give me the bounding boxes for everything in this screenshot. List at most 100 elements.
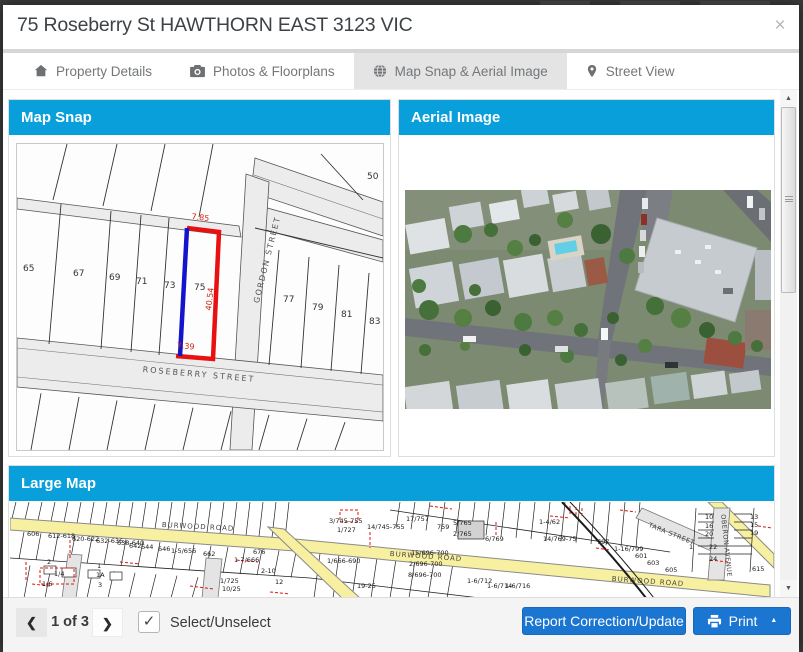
- map-label: 601: [635, 553, 647, 560]
- tab-street-view[interactable]: Street View: [567, 53, 694, 89]
- map-label: 83: [369, 318, 380, 327]
- map-label: 1/4: [54, 571, 64, 578]
- map-label: 759: [437, 524, 449, 531]
- cadastral-map: [17, 144, 383, 450]
- map-label: 1/6: [42, 581, 52, 588]
- map-label: 1/725: [220, 578, 239, 585]
- aerial-photo: [405, 190, 771, 409]
- vertical-scrollbar[interactable]: ▲ ▼: [780, 90, 797, 597]
- screen: 75 Roseberry St HAWTHORN EAST 3123 VIC ×…: [0, 0, 803, 652]
- map-label: 20: [705, 531, 713, 538]
- map-label: 2: [47, 559, 51, 566]
- print-button[interactable]: Print ▲: [693, 607, 791, 635]
- globe-icon: [373, 64, 387, 78]
- previous-page-button[interactable]: ❮: [16, 608, 47, 637]
- map-label: 10: [705, 514, 713, 521]
- map-label: 15/696-700: [411, 550, 449, 557]
- map-label: 15: [750, 522, 758, 529]
- tab-label: Street View: [606, 64, 675, 79]
- large-map-image: BURWOOD ROADBURWOOD ROADBURWOOD ROADTARA…: [10, 502, 774, 597]
- select-unselect-label: Select/Unselect: [170, 615, 271, 631]
- map-label: 644: [141, 544, 153, 551]
- modal-content: Map Snap: [3, 90, 799, 597]
- printer-icon: [707, 614, 722, 629]
- map-label: 1/666-690: [327, 558, 360, 565]
- map-label: 19: [750, 530, 758, 537]
- map-label: 3/745-755: [329, 518, 362, 525]
- map-label: 797: [597, 539, 609, 546]
- map-label: 8/696-700: [408, 572, 441, 579]
- map-label: 12: [275, 579, 283, 586]
- tab-photos-floorplans[interactable]: Photos & Floorplans: [171, 53, 354, 89]
- map-label: 1: [97, 563, 101, 570]
- modal-footer: ❮ 1 of 3 ❯ ✓ Select/Unselect Report Corr…: [3, 597, 799, 652]
- map-label: 6/769: [485, 536, 504, 543]
- map-label: 77: [283, 296, 294, 305]
- home-icon: [34, 64, 48, 78]
- map-label: 5/765: [453, 520, 472, 527]
- map-label: 75: [194, 284, 205, 293]
- large-map-panel: Large Map: [8, 465, 775, 597]
- map-label: 73: [164, 282, 175, 291]
- map-label: 16: [705, 523, 713, 530]
- map-label: 13: [750, 514, 758, 521]
- map-label: 1: [689, 544, 693, 551]
- scroll-down-icon[interactable]: ▼: [780, 580, 797, 597]
- map-label: 1-4/62: [539, 519, 560, 526]
- select-unselect-checkbox[interactable]: ✓: [138, 611, 160, 633]
- map-label: 22: [709, 544, 717, 551]
- tab-label: Map Snap & Aerial Image: [395, 64, 548, 79]
- modal-title: 75 Roseberry St HAWTHORN EAST 3123 VIC: [17, 14, 413, 37]
- tab-map-snap-aerial[interactable]: Map Snap & Aerial Image: [354, 53, 567, 89]
- map-label: 1/727: [337, 527, 356, 534]
- map-label: 79: [312, 304, 323, 313]
- tab-bar: Property Details Photos & Floorplans Map…: [3, 53, 799, 90]
- map-label: 1-6/716: [505, 583, 530, 590]
- map-label: 50: [367, 173, 378, 182]
- map-label: 605: [665, 567, 677, 574]
- dropup-caret-icon: ▲: [770, 608, 777, 634]
- page-indicator: 1 of 3: [50, 614, 90, 630]
- tab-label: Photos & Floorplans: [213, 64, 335, 79]
- tab-property-details[interactable]: Property Details: [15, 53, 171, 89]
- map-snap-image: GORDON STREETROSEBERRY STREET 6567697173…: [16, 143, 384, 451]
- map-snap-header: Map Snap: [9, 100, 390, 135]
- aerial-panel: Aerial Image: [398, 99, 775, 457]
- close-icon[interactable]: ×: [770, 16, 790, 36]
- next-page-button[interactable]: ❯: [92, 608, 123, 637]
- map-label: 1A: [96, 572, 105, 579]
- map-label: 2/765: [453, 531, 472, 538]
- large-map-header: Large Map: [9, 466, 774, 501]
- map-label: 606: [27, 531, 39, 538]
- property-modal: 75 Roseberry St HAWTHORN EAST 3123 VIC ×…: [3, 5, 799, 652]
- map-label: 2/696-700: [409, 561, 442, 568]
- map-label: 14/769-75: [543, 536, 576, 543]
- map-label: 67: [73, 270, 84, 279]
- map-label: 7.39: [176, 342, 194, 352]
- map-label: 1-7/666: [234, 557, 259, 564]
- map-label: 19-25: [357, 583, 376, 590]
- scrollbar-grip: [785, 196, 793, 202]
- map-label: 81: [341, 311, 352, 320]
- scrollbar-thumb[interactable]: [781, 107, 796, 293]
- map-label: 2-10: [261, 568, 276, 575]
- scroll-up-icon[interactable]: ▲: [780, 90, 797, 107]
- modal-titlebar: 75 Roseberry St HAWTHORN EAST 3123 VIC ×: [3, 5, 799, 49]
- map-label: 3: [98, 582, 102, 589]
- report-correction-button[interactable]: Report Correction/Update: [522, 607, 686, 635]
- map-label: 17/757: [406, 516, 429, 523]
- map-label: 1-5/656: [171, 548, 196, 555]
- map-label: 71: [136, 278, 147, 287]
- print-label: Print: [729, 608, 758, 634]
- map-label: 14/745-755: [367, 524, 405, 531]
- map-label: 615: [752, 566, 764, 573]
- aerial-header: Aerial Image: [399, 100, 774, 135]
- map-label: 24: [709, 556, 717, 563]
- pin-icon: [586, 64, 598, 78]
- camera-icon: [190, 65, 205, 78]
- tab-label: Property Details: [56, 64, 152, 79]
- map-snap-panel: Map Snap: [8, 99, 391, 457]
- map-label: 676: [253, 549, 265, 556]
- map-label: 10/25: [222, 586, 241, 593]
- aerial-image: [405, 190, 771, 409]
